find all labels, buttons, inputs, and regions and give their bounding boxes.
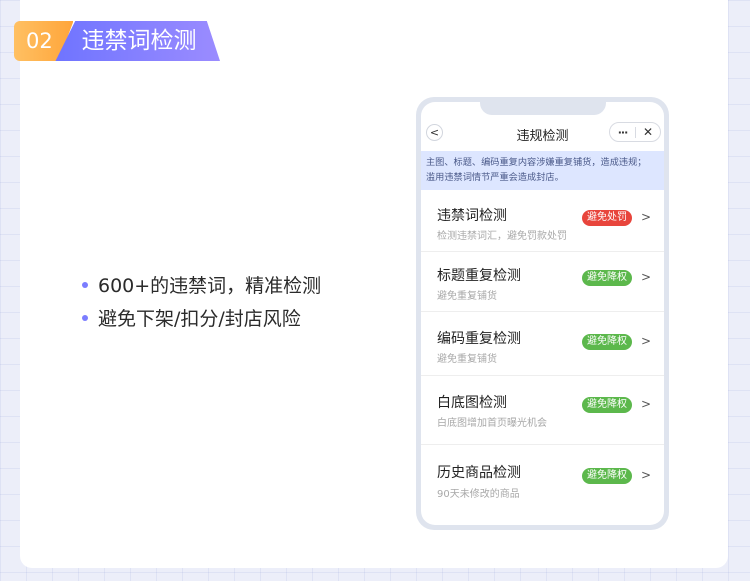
- item-subtitle: 90天未修改的商品: [437, 489, 520, 500]
- check-list: 违禁词检测 检测违禁词汇，避免罚款处罚 避免处罚 > 标题重复检测 避免重复铺货…: [421, 191, 664, 509]
- close-icon[interactable]: ✕: [636, 125, 660, 139]
- feature-bullets: 600+的违禁词，精准检测 避免下架/扣分/封店风险: [82, 268, 321, 334]
- list-item-white-background[interactable]: 白底图检测 白底图增加首页曝光机会 避免降权 >: [421, 376, 664, 445]
- list-item-history-products[interactable]: 历史商品检测 90天未修改的商品 避免降权 >: [421, 445, 664, 509]
- item-subtitle: 检测违禁词汇，避免罚款处罚: [437, 231, 567, 242]
- bullet-dot-icon: [82, 314, 88, 321]
- chevron-right-icon: >: [641, 397, 652, 411]
- nav-bar: < 违规检测 ··· ✕: [421, 118, 664, 148]
- bullet-text: 避免下架/扣分/封店风险: [98, 308, 301, 330]
- item-title: 白底图检测: [437, 395, 507, 411]
- list-item-banned-words[interactable]: 违禁词检测 检测违禁词汇，避免罚款处罚 避免处罚 >: [421, 191, 664, 252]
- chevron-right-icon: >: [641, 210, 652, 224]
- more-icon[interactable]: ···: [610, 126, 635, 139]
- phone-screen: < 违规检测 ··· ✕ 主图、标题、编码重复内容涉嫌重复铺货，造成违规； 滥用…: [421, 102, 664, 525]
- notice-banner: 主图、标题、编码重复内容涉嫌重复铺货，造成违规； 滥用违禁词情节严重会造成封店。: [421, 151, 664, 190]
- status-badge: 避免降权: [582, 270, 632, 286]
- item-title: 编码重复检测: [437, 331, 521, 347]
- bullet-dot-icon: [82, 281, 88, 288]
- status-badge: 避免降权: [582, 468, 632, 484]
- menu-capsule: ··· ✕: [609, 122, 661, 142]
- item-title: 标题重复检测: [437, 268, 521, 284]
- item-title: 违禁词检测: [437, 208, 507, 224]
- status-badge: 避免降权: [582, 334, 632, 350]
- section-badge: 02 违禁词检测: [14, 21, 220, 61]
- bullet-item: 避免下架/扣分/封店风险: [82, 301, 321, 334]
- section-title: 违禁词检测: [55, 21, 220, 61]
- chevron-right-icon: >: [641, 270, 652, 284]
- item-title: 历史商品检测: [437, 465, 521, 481]
- item-subtitle: 避免重复铺货: [437, 354, 497, 365]
- chevron-right-icon: >: [641, 468, 652, 482]
- chevron-right-icon: >: [641, 334, 652, 348]
- notice-line: 主图、标题、编码重复内容涉嫌重复铺货，造成违规；: [426, 157, 647, 168]
- status-badge: 避免降权: [582, 397, 632, 413]
- bullet-text: 600+的违禁词，精准检测: [98, 275, 322, 297]
- list-item-code-duplicate[interactable]: 编码重复检测 避免重复铺货 避免降权 >: [421, 312, 664, 376]
- bullet-item: 600+的违禁词，精准检测: [82, 268, 321, 301]
- status-badge: 避免处罚: [582, 210, 632, 226]
- item-subtitle: 避免重复铺货: [437, 291, 497, 302]
- phone-mockup: < 违规检测 ··· ✕ 主图、标题、编码重复内容涉嫌重复铺货，造成违规； 滥用…: [416, 97, 669, 530]
- item-subtitle: 白底图增加首页曝光机会: [437, 418, 547, 429]
- phone-notch: [480, 102, 606, 115]
- list-item-title-duplicate[interactable]: 标题重复检测 避免重复铺货 避免降权 >: [421, 252, 664, 312]
- notice-line: 滥用违禁词情节严重会造成封店。: [426, 172, 564, 183]
